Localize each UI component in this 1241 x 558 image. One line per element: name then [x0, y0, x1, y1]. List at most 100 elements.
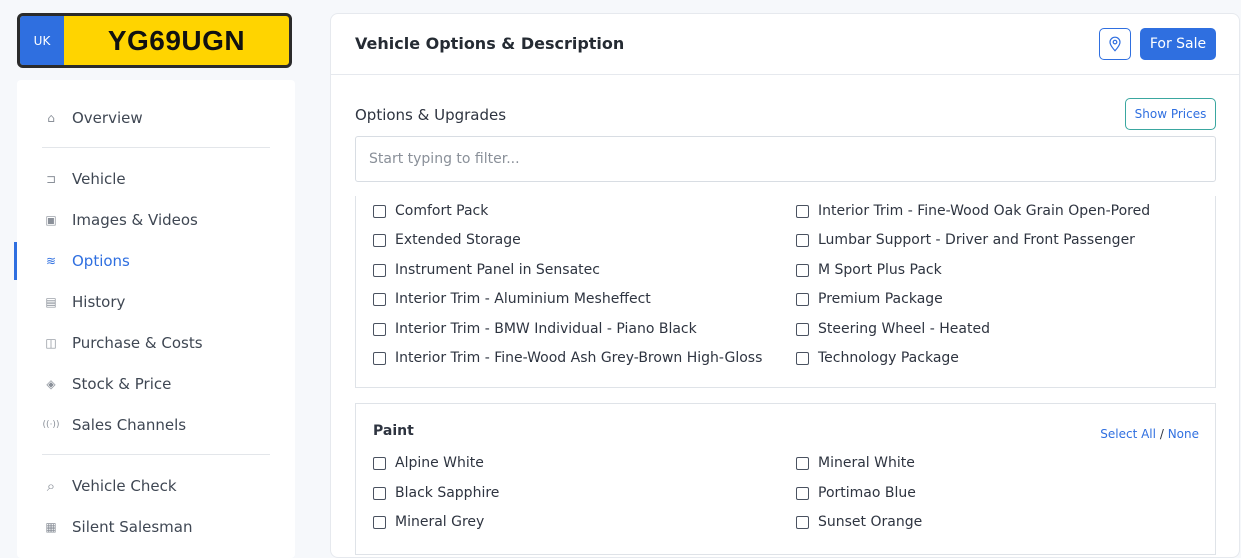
sidebar-item-vehicle-check[interactable]: ⌕ Vehicle Check: [17, 467, 295, 505]
link-separator: /: [1159, 427, 1164, 441]
sidebar-item-label: Overview: [72, 109, 143, 127]
checkbox[interactable]: [796, 322, 809, 336]
paint-label: Alpine White: [395, 455, 484, 471]
checkbox[interactable]: [796, 233, 809, 247]
checkbox[interactable]: [373, 233, 386, 247]
checkbox[interactable]: [373, 263, 386, 277]
broadcast-icon: ((·)): [42, 420, 60, 430]
option-checkbox[interactable]: Interior Trim - Aluminium Mesheffect: [373, 288, 651, 310]
option-label: Premium Package: [818, 291, 943, 307]
history-icon: ▤: [45, 295, 57, 309]
sidebar-item-purchase-costs[interactable]: ◫ Purchase & Costs: [17, 324, 295, 362]
checkbox[interactable]: [373, 515, 386, 529]
paint-title: Paint: [373, 423, 414, 439]
select-all-link[interactable]: Select All: [1100, 427, 1156, 441]
number-plate: UK YG69UGN: [17, 13, 292, 68]
option-label: Interior Trim - Aluminium Mesheffect: [395, 291, 651, 307]
checkbox[interactable]: [796, 515, 809, 529]
option-label: Steering Wheel - Heated: [818, 321, 990, 337]
sidebar-item-images-videos[interactable]: ▣ Images & Videos: [17, 201, 295, 239]
option-label: Instrument Panel in Sensatec: [395, 262, 600, 278]
sidebar-item-label: Images & Videos: [72, 211, 198, 229]
checkbox[interactable]: [796, 351, 809, 365]
checkbox[interactable]: [373, 322, 386, 336]
option-checkbox[interactable]: Interior Trim - BMW Individual - Piano B…: [373, 318, 697, 340]
option-checkbox[interactable]: Lumbar Support - Driver and Front Passen…: [796, 229, 1135, 251]
option-label: Lumbar Support - Driver and Front Passen…: [818, 232, 1135, 248]
sidebar: ⌂ Overview ⊐ Vehicle ▣ Images & Videos ≋…: [14, 80, 295, 558]
document-icon: ▦: [45, 520, 57, 534]
location-button[interactable]: [1099, 28, 1131, 60]
receipt-icon: ◫: [45, 336, 57, 350]
panel-title: Vehicle Options & Description: [355, 34, 625, 53]
plate-country: UK: [20, 16, 64, 65]
option-checkbox[interactable]: Technology Package: [796, 347, 959, 369]
sidebar-item-label: Purchase & Costs: [72, 334, 203, 352]
checkbox[interactable]: [796, 486, 809, 500]
paint-checkbox[interactable]: Mineral White: [796, 452, 915, 474]
sidebar-item-label: Vehicle: [72, 170, 126, 188]
select-none-link[interactable]: None: [1168, 427, 1199, 441]
search-icon: ⌕: [46, 477, 56, 495]
box-icon: ◈: [46, 377, 56, 391]
header-divider: [331, 74, 1239, 75]
sidebar-item-label: Sales Channels: [72, 416, 187, 434]
paint-checkbox[interactable]: Portimao Blue: [796, 482, 916, 504]
option-checkbox[interactable]: Comfort Pack: [373, 200, 488, 222]
checkbox[interactable]: [373, 456, 386, 470]
option-checkbox[interactable]: Extended Storage: [373, 229, 521, 251]
checkbox[interactable]: [796, 292, 809, 306]
option-checkbox[interactable]: Interior Trim - Fine-Wood Oak Grain Open…: [796, 200, 1150, 222]
paint-label: Black Sapphire: [395, 485, 500, 501]
sidebar-item-silent-salesman[interactable]: ▦ Silent Salesman: [17, 508, 295, 546]
checkbox[interactable]: [796, 204, 809, 218]
vehicle-options-panel: Vehicle Options & Description For Sale O…: [330, 13, 1240, 558]
checkbox[interactable]: [373, 486, 386, 500]
option-label: Technology Package: [818, 350, 959, 366]
for-sale-button[interactable]: For Sale: [1140, 28, 1216, 60]
checkbox[interactable]: [373, 351, 386, 365]
paint-label: Sunset Orange: [818, 514, 923, 530]
plate-registration: YG69UGN: [107, 24, 246, 56]
sidebar-item-stock-price[interactable]: ◈ Stock & Price: [17, 365, 295, 403]
select-links: Select All / None: [1100, 427, 1199, 441]
show-prices-button[interactable]: Show Prices: [1125, 98, 1216, 130]
option-checkbox[interactable]: Interior Trim - Fine-Wood Ash Grey-Brown…: [373, 347, 762, 369]
checkbox[interactable]: [796, 263, 809, 277]
paint-label: Mineral Grey: [395, 514, 485, 530]
image-icon: ▣: [45, 213, 57, 227]
paint-label: Mineral White: [818, 455, 915, 471]
option-label: Comfort Pack: [395, 203, 489, 219]
options-filter-input[interactable]: [355, 136, 1216, 182]
option-checkbox[interactable]: Instrument Panel in Sensatec: [373, 259, 600, 281]
checkbox[interactable]: [373, 204, 386, 218]
sidebar-item-label: Vehicle Check: [72, 477, 177, 495]
checkbox[interactable]: [373, 292, 386, 306]
option-label: M Sport Plus Pack: [818, 262, 942, 278]
option-label: Extended Storage: [395, 232, 521, 248]
option-checkbox[interactable]: Steering Wheel - Heated: [796, 318, 990, 340]
sidebar-divider: [42, 147, 270, 148]
options-list[interactable]: Comfort Pack Extended Storage Instrument…: [355, 196, 1216, 388]
sidebar-item-overview[interactable]: ⌂ Overview: [17, 99, 295, 137]
option-checkbox[interactable]: Premium Package: [796, 288, 943, 310]
paint-checkbox[interactable]: Black Sapphire: [373, 482, 499, 504]
sidebar-item-history[interactable]: ▤ History: [17, 283, 295, 321]
sliders-icon: ≋: [45, 254, 57, 268]
option-checkbox[interactable]: M Sport Plus Pack: [796, 259, 942, 281]
paint-checkbox[interactable]: Mineral Grey: [373, 511, 484, 533]
sidebar-item-options[interactable]: ≋ Options: [14, 242, 295, 280]
paint-checkbox[interactable]: Sunset Orange: [796, 511, 922, 533]
paint-section: Paint Select All / None Alpine White Bla…: [355, 403, 1216, 555]
sidebar-item-sales-channels[interactable]: ((·)) Sales Channels: [17, 406, 295, 444]
checkbox[interactable]: [796, 456, 809, 470]
options-section-title: Options & Upgrades: [355, 106, 507, 124]
sidebar-item-label: Options: [72, 252, 130, 270]
option-label: Interior Trim - Fine-Wood Ash Grey-Brown…: [395, 350, 763, 366]
paint-checkbox[interactable]: Alpine White: [373, 452, 484, 474]
sidebar-item-vehicle[interactable]: ⊐ Vehicle: [17, 160, 295, 198]
option-label: Interior Trim - Fine-Wood Oak Grain Open…: [818, 203, 1151, 219]
sidebar-item-label: History: [72, 293, 126, 311]
sidebar-item-label: Stock & Price: [72, 375, 172, 393]
option-label: Interior Trim - BMW Individual - Piano B…: [395, 321, 697, 337]
